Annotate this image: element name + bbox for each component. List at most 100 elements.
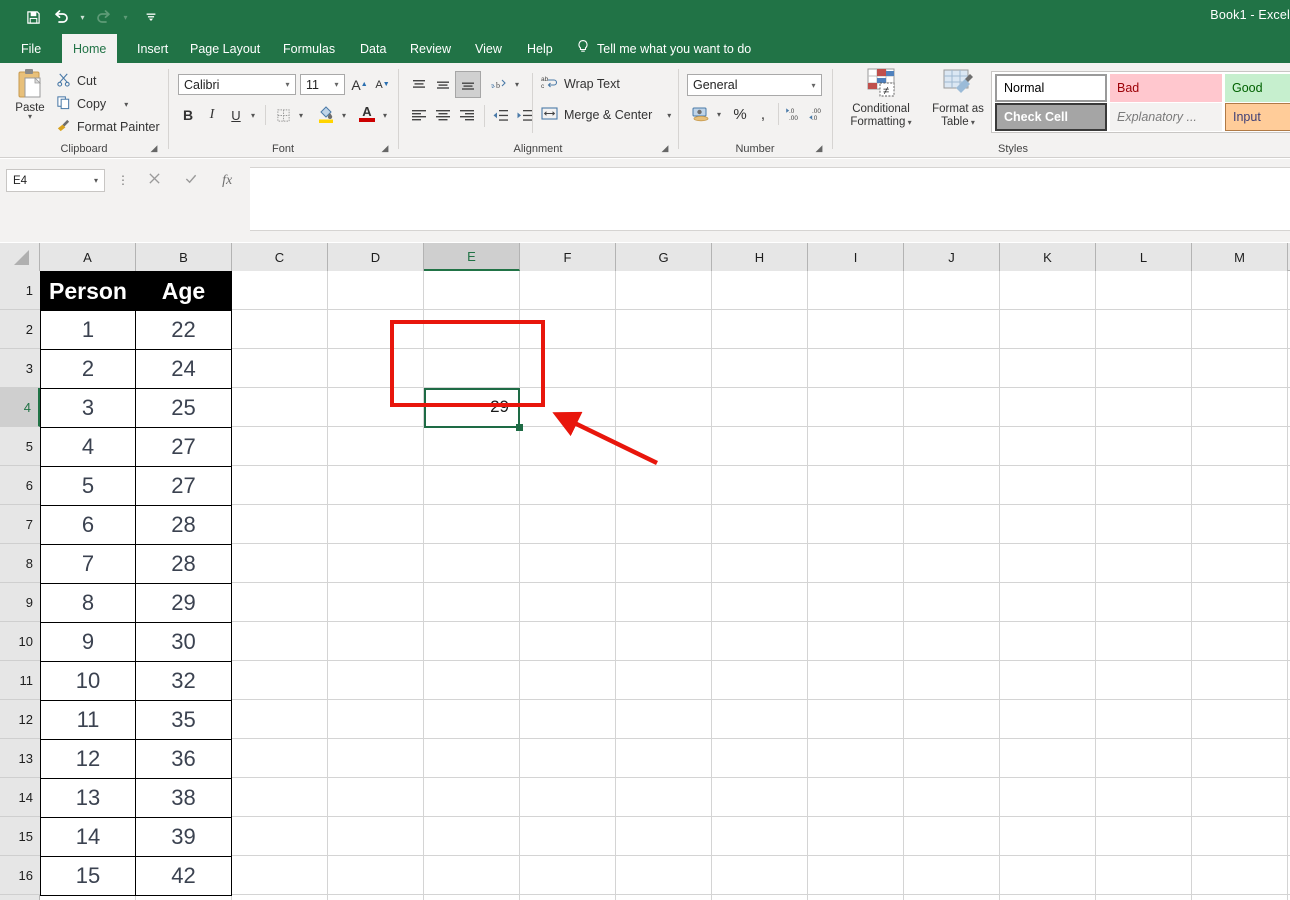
- tab-help[interactable]: Help: [516, 34, 564, 63]
- accounting-dropdown-icon[interactable]: ▾: [713, 101, 725, 127]
- row-header-3[interactable]: 3: [0, 349, 40, 388]
- format-as-table-button[interactable]: Format as Table ▾: [925, 67, 991, 129]
- table-cell-a12[interactable]: 11: [40, 700, 136, 740]
- chevron-down-icon[interactable]: ▾: [806, 81, 821, 90]
- table-cell-a15[interactable]: 14: [40, 817, 136, 857]
- cancel-icon[interactable]: [148, 172, 161, 190]
- chevron-down-icon[interactable]: ▾: [280, 80, 295, 89]
- confirm-icon[interactable]: [184, 172, 198, 190]
- italic-icon[interactable]: I: [202, 103, 222, 127]
- column-header-m[interactable]: M: [1192, 243, 1288, 271]
- table-cell-b10[interactable]: 30: [135, 622, 232, 662]
- table-cell-a4[interactable]: 3: [40, 388, 136, 428]
- tab-file[interactable]: File: [10, 34, 52, 63]
- table-cell-a14[interactable]: 13: [40, 778, 136, 818]
- table-cell-b3[interactable]: 24: [135, 349, 232, 389]
- column-header-g[interactable]: G: [616, 243, 712, 271]
- fill-color-icon[interactable]: [315, 101, 337, 127]
- table-cell-a13[interactable]: 12: [40, 739, 136, 779]
- table-cell-a7[interactable]: 6: [40, 505, 136, 545]
- align-top-icon[interactable]: [407, 73, 430, 96]
- align-center-icon[interactable]: [431, 103, 454, 127]
- copy-dropdown-icon[interactable]: ▾: [124, 100, 128, 109]
- copy-button[interactable]: Copy ▾: [56, 95, 128, 113]
- table-cell-a16[interactable]: 15: [40, 856, 136, 896]
- tell-me-box[interactable]: Tell me what you want to do: [576, 34, 751, 63]
- align-right-icon[interactable]: [455, 103, 478, 127]
- number-dialog-launcher[interactable]: ◢: [813, 142, 825, 154]
- borders-dropdown-icon[interactable]: ▾: [295, 103, 307, 127]
- column-header-l[interactable]: L: [1096, 243, 1192, 271]
- table-cell-b12[interactable]: 35: [135, 700, 232, 740]
- borders-icon[interactable]: [272, 103, 294, 127]
- row-header-4[interactable]: 4: [0, 388, 40, 427]
- table-cell-b2[interactable]: 22: [135, 310, 232, 350]
- row-header-13[interactable]: 13: [0, 739, 40, 778]
- comma-style-icon[interactable]: ,: [753, 101, 773, 127]
- row-header-2[interactable]: 2: [0, 310, 40, 349]
- merge-center-dropdown-icon[interactable]: ▾: [667, 111, 671, 120]
- wrap-text-button[interactable]: ab c Wrap Text: [541, 72, 620, 95]
- tab-data[interactable]: Data: [349, 34, 397, 63]
- tab-home[interactable]: Home: [62, 34, 118, 63]
- table-cell-b14[interactable]: 38: [135, 778, 232, 818]
- align-bottom-icon[interactable]: [455, 71, 481, 98]
- orientation-dropdown-icon[interactable]: ▾: [511, 73, 523, 96]
- alignment-dialog-launcher[interactable]: ◢: [659, 142, 671, 154]
- conditional-formatting-button[interactable]: ≠ Conditional Formatting ▾: [843, 67, 919, 129]
- table-cell-a6[interactable]: 5: [40, 466, 136, 506]
- style-normal[interactable]: Normal: [995, 74, 1107, 102]
- font-size-combo[interactable]: 11 ▾: [300, 74, 345, 95]
- tab-insert[interactable]: Insert: [126, 34, 179, 63]
- tab-review[interactable]: Review: [399, 34, 462, 63]
- font-color-icon[interactable]: A: [356, 101, 378, 127]
- formula-bar-grip[interactable]: ⋮: [117, 171, 129, 191]
- chevron-down-icon[interactable]: ▾: [329, 80, 344, 89]
- bold-icon[interactable]: B: [178, 103, 198, 127]
- table-cell-a11[interactable]: 10: [40, 661, 136, 701]
- redo-icon[interactable]: [91, 4, 117, 30]
- merge-center-button[interactable]: Merge & Center ▾: [541, 103, 671, 127]
- table-cell-a10[interactable]: 9: [40, 622, 136, 662]
- insert-function-icon[interactable]: fx: [222, 173, 232, 189]
- tab-formulas[interactable]: Formulas: [272, 34, 346, 63]
- formula-input[interactable]: [250, 167, 1290, 231]
- row-header-10[interactable]: 10: [0, 622, 40, 661]
- shrink-font-icon[interactable]: A ▼: [372, 74, 393, 95]
- accounting-format-icon[interactable]: [689, 101, 713, 127]
- column-header-k[interactable]: K: [1000, 243, 1096, 271]
- paste-dropdown-icon[interactable]: ▾: [8, 113, 52, 121]
- underline-dropdown-icon[interactable]: ▾: [247, 103, 259, 127]
- cell-area[interactable]: Person Age 1 22 2 24 3 25 4 27 5 27 6 28…: [40, 271, 1290, 900]
- percent-style-icon[interactable]: %: [729, 101, 751, 127]
- column-header-j[interactable]: J: [904, 243, 1000, 271]
- column-header-a[interactable]: A: [40, 243, 136, 271]
- font-dialog-launcher[interactable]: ◢: [379, 142, 391, 154]
- table-header-person[interactable]: Person: [40, 271, 136, 311]
- clipboard-dialog-launcher[interactable]: ◢: [148, 142, 160, 154]
- row-header-7[interactable]: 7: [0, 505, 40, 544]
- select-all-corner[interactable]: [0, 243, 40, 271]
- table-cell-b9[interactable]: 29: [135, 583, 232, 623]
- column-header-i[interactable]: I: [808, 243, 904, 271]
- table-cell-a5[interactable]: 4: [40, 427, 136, 467]
- column-header-f[interactable]: F: [520, 243, 616, 271]
- font-color-dropdown-icon[interactable]: ▾: [379, 103, 391, 127]
- table-cell-a9[interactable]: 8: [40, 583, 136, 623]
- style-check-cell[interactable]: Check Cell: [995, 103, 1107, 131]
- row-header-8[interactable]: 8: [0, 544, 40, 583]
- table-cell-a3[interactable]: 2: [40, 349, 136, 389]
- decrease-indent-icon[interactable]: [489, 103, 512, 127]
- paste-button[interactable]: Paste ▾: [8, 67, 52, 121]
- undo-dropdown-icon[interactable]: ▾: [76, 4, 89, 30]
- row-header-11[interactable]: 11: [0, 661, 40, 700]
- table-header-age[interactable]: Age: [135, 271, 232, 311]
- tab-view[interactable]: View: [464, 34, 513, 63]
- table-cell-b16[interactable]: 42: [135, 856, 232, 896]
- table-cell-a8[interactable]: 7: [40, 544, 136, 584]
- format-painter-button[interactable]: Format Painter: [56, 118, 160, 136]
- table-cell-b11[interactable]: 32: [135, 661, 232, 701]
- table-cell-a2[interactable]: 1: [40, 310, 136, 350]
- row-header-6[interactable]: 6: [0, 466, 40, 505]
- table-cell-b5[interactable]: 27: [135, 427, 232, 467]
